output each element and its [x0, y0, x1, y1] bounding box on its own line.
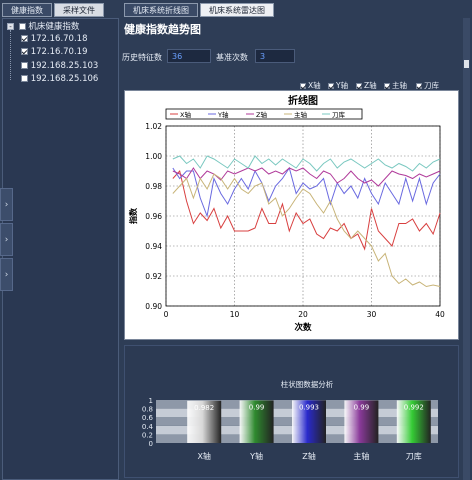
- bar-y-tick-label: 0.4: [142, 423, 154, 431]
- tree-item-label: 172.16.70.19: [30, 47, 88, 57]
- y-tick-label: 1.00: [145, 152, 162, 161]
- baseline-value-field[interactable]: 3: [255, 49, 295, 63]
- tree-item[interactable]: 172.16.70.19: [21, 46, 87, 58]
- toggle-label: 刀库: [424, 81, 439, 90]
- expand-arrow-icon[interactable]: ›: [0, 188, 13, 221]
- tree-item[interactable]: 192.168.25.103: [21, 60, 98, 72]
- bar-category-label: X轴: [197, 451, 210, 461]
- tree-root-label: 机床健康指数: [28, 22, 80, 32]
- toggle-label: Y轴: [336, 81, 349, 90]
- tree-lines: [10, 30, 20, 80]
- legend-label: X轴: [180, 110, 191, 119]
- tab-radar-chart[interactable]: 机床系统雷达图: [200, 3, 274, 17]
- expand-arrow-icon[interactable]: ›: [0, 258, 13, 291]
- baseline-label: 基准次数: [216, 53, 248, 62]
- chart-title: 折线图: [288, 94, 318, 107]
- tab-health-index[interactable]: 健康指数: [2, 3, 52, 17]
- history-label: 历史特征数: [122, 53, 162, 62]
- toggle-label: Z轴: [364, 81, 377, 90]
- legend-label: Z轴: [256, 110, 267, 119]
- tree-item-label: 172.16.70.18: [30, 34, 88, 44]
- toggle-checkbox[interactable]: [300, 83, 306, 89]
- y-tick-label: 0.94: [145, 242, 162, 251]
- bar-value-label: 0.982: [194, 404, 214, 412]
- expand-arrow-icon[interactable]: ›: [0, 223, 13, 256]
- bar-chart: 柱状图数据分析 00.20.40.60.81 0.982 X轴 0.99 Y轴 0.993 Z…: [142, 379, 438, 461]
- tree-item-label: 192.168.25.103: [30, 61, 99, 71]
- tab-sample-files[interactable]: 采样文件: [54, 3, 104, 17]
- y-tick-label: 0.98: [145, 182, 162, 191]
- y-tick-label: 0.92: [145, 272, 162, 281]
- page-title: 健康指数趋势图: [124, 23, 201, 36]
- bar-y-tick-label: 0: [149, 440, 153, 448]
- x-tick-label: 40: [435, 310, 445, 319]
- bar-category-label: 主轴: [353, 451, 369, 461]
- legend-label: 刀库: [332, 110, 346, 119]
- bar-category-label: Z轴: [302, 451, 315, 461]
- series-line: [172, 155, 441, 172]
- line-chart: 折线图 X轴 Y轴 Z轴 主轴 刀库 0.90 0.92 0.94 0.96 0.98 1.00 1.0…: [128, 94, 445, 333]
- toggle-checkbox[interactable]: [384, 83, 390, 89]
- tree-item-label: 192.168.25.106: [30, 74, 99, 84]
- legend-label: Y轴: [217, 110, 229, 119]
- root-checkbox[interactable]: [18, 23, 26, 30]
- bar-value-label: 0.99: [249, 403, 265, 411]
- y-tick-label: 0.96: [145, 212, 162, 221]
- tree-item[interactable]: 192.168.25.106: [21, 73, 98, 85]
- bar-chart-title: 柱状图数据分析: [281, 379, 334, 389]
- bar-value-label: 0.992: [404, 403, 424, 411]
- toggle-label: 主轴: [392, 81, 407, 90]
- toggle-label: X轴: [308, 81, 321, 90]
- bar-y-tick-label: 0.6: [142, 414, 154, 422]
- scrollbar-thumb[interactable]: [464, 60, 469, 68]
- toggle-checkbox[interactable]: [328, 83, 334, 89]
- history-value-field[interactable]: 36: [167, 49, 211, 63]
- tree-item-checkbox[interactable]: [21, 62, 28, 69]
- bar-y-tick-label: 0.8: [142, 406, 153, 414]
- toggle-checkbox[interactable]: [356, 83, 362, 89]
- x-tick-label: 10: [230, 310, 240, 319]
- y-tick-label: 0.90: [145, 302, 162, 311]
- tab-line-chart[interactable]: 机床系统折线图: [124, 3, 198, 17]
- bar-category-label: Y轴: [249, 451, 263, 461]
- bar-value-label: 0.993: [299, 403, 319, 411]
- tree-item-checkbox[interactable]: [21, 48, 28, 55]
- tree-item-checkbox[interactable]: [21, 75, 28, 82]
- x-tick-label: 20: [298, 310, 308, 319]
- x-tick-label: 30: [367, 310, 377, 319]
- bar-y-tick-label: 1: [149, 397, 153, 405]
- bar-y-tick-label: 0.2: [142, 431, 153, 439]
- bar-category-label: 刀库: [406, 451, 422, 461]
- toggle-checkbox[interactable]: [416, 83, 422, 89]
- collapse-icon[interactable]: -: [7, 23, 14, 31]
- tree-panel: [2, 18, 119, 480]
- y-tick-label: 1.02: [145, 122, 162, 131]
- legend-label: 主轴: [294, 110, 308, 119]
- series-line: [172, 173, 441, 288]
- tree-item-checkbox[interactable]: [21, 35, 28, 42]
- bar-value-label: 0.99: [354, 403, 370, 411]
- y-axis-label: 指数: [128, 207, 138, 224]
- tree-item[interactable]: 172.16.70.18: [21, 33, 87, 45]
- x-axis-label: 次数: [294, 322, 312, 333]
- x-tick-label: 0: [164, 310, 169, 319]
- vertical-scrollbar[interactable]: [463, 18, 470, 480]
